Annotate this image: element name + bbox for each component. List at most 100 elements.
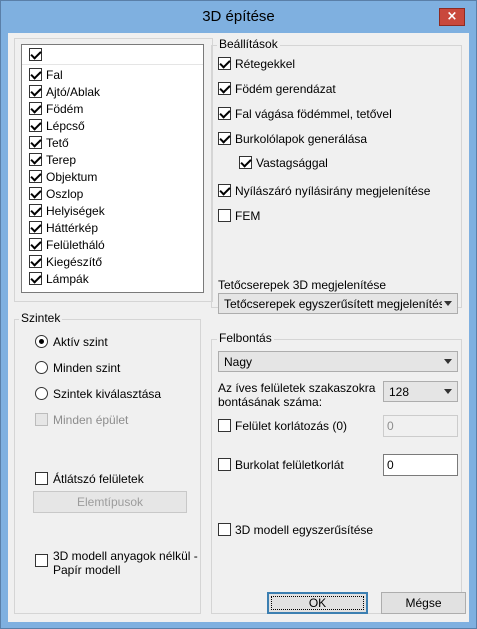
layer-list-header [22,45,203,65]
layer-label[interactable]: Lépcső [46,119,85,133]
chevron-down-icon [444,301,452,306]
all-buildings-checkbox[interactable] [35,413,48,426]
radio-active-level-label[interactable]: Aktív szint [53,335,108,349]
quality-value: Nagy [224,355,253,369]
tiles-checkbox[interactable] [218,132,231,145]
radio-select-levels-label[interactable]: Szintek kiválasztása [53,387,161,401]
list-item[interactable]: Oszlop [22,185,203,202]
resolution-group-title: Felbontás [217,331,274,345]
chevron-down-icon [444,359,452,364]
radio-all-levels[interactable] [35,361,48,374]
layer-list[interactable]: Fal Ajtó/Ablak Födém Lépcső Tető Terep Objektu… [21,44,204,293]
layer-checkbox[interactable] [29,68,42,81]
opening-direction-checkbox[interactable] [218,184,231,197]
cover-limit-input[interactable]: 0 [383,454,458,476]
list-item[interactable]: Helyiségek [22,202,203,219]
list-item[interactable]: Lépcső [22,117,203,134]
list-item[interactable]: Tető [22,134,203,151]
list-item[interactable]: Födém [22,100,203,117]
radio-all-levels-label[interactable]: Minden szint [53,361,120,375]
tiles-label[interactable]: Burkolólapok generálása [235,132,367,146]
quality-dropdown[interactable]: Nagy [218,351,458,372]
slab-beams-label[interactable]: Födém gerendázat [235,82,336,96]
layer-checkbox[interactable] [29,272,42,285]
element-types-button[interactable]: Elemtípusok [33,491,187,513]
focus-rect [271,596,364,610]
arc-segments-dropdown[interactable]: 128 [383,381,458,402]
layers-option-checkbox[interactable] [218,57,231,70]
list-item[interactable]: Lámpák [22,270,203,287]
dialog-window: 3D építése × Fal Ajtó/Ablak Födém Lépcső Tet… [0,0,477,629]
list-item[interactable]: Kiegészítő [22,253,203,270]
layer-label[interactable]: Helyiségek [46,204,105,218]
radio-active-level[interactable] [35,335,48,348]
all-buildings-label: Minden épület [53,413,129,427]
roof-tiles-label: Tetőcserepek 3D megjelenítése [218,278,387,292]
transparent-surfaces-label[interactable]: Átlátszó felületek [53,472,144,486]
layer-label[interactable]: Ajtó/Ablak [46,85,100,99]
layer-label[interactable]: Háttérkép [46,221,98,235]
surface-limit-label[interactable]: Felület korlátozás (0) [235,419,347,433]
fem-label[interactable]: FEM [235,209,260,223]
layer-checkbox[interactable] [29,153,42,166]
layer-label[interactable]: Oszlop [46,187,83,201]
slab-beams-checkbox[interactable] [218,82,231,95]
layer-checkbox[interactable] [29,85,42,98]
layer-label[interactable]: Terep [46,153,76,167]
simplify-model-label[interactable]: 3D modell egyszerűsítése [235,523,373,537]
cancel-button[interactable]: Mégse [381,592,466,614]
layer-label[interactable]: Fal [46,68,63,82]
layer-label[interactable]: Kiegészítő [46,255,102,269]
list-item[interactable]: Felületháló [22,236,203,253]
layer-checkbox[interactable] [29,238,42,251]
list-item[interactable]: Fal [22,66,203,83]
radio-select-levels[interactable] [35,387,48,400]
layer-checkbox[interactable] [29,102,42,115]
transparent-surfaces-checkbox[interactable] [35,472,48,485]
surface-limit-checkbox[interactable] [218,419,231,432]
fem-checkbox[interactable] [218,209,231,222]
thickness-checkbox[interactable] [239,156,252,169]
levels-group-title: Szintek [19,311,63,325]
layer-checkbox[interactable] [29,255,42,268]
surface-limit-input[interactable]: 0 [383,415,458,437]
cover-limit-value: 0 [387,458,394,472]
layer-checkbox[interactable] [29,204,42,217]
thickness-label[interactable]: Vastagsággal [256,156,328,170]
layer-label[interactable]: Objektum [46,170,97,184]
layer-checkbox[interactable] [29,187,42,200]
list-item[interactable]: Ajtó/Ablak [22,83,203,100]
roof-tiles-value: Tetőcserepek egyszerűsített megjelenítés… [224,297,442,311]
paper-model-checkbox[interactable] [35,554,48,567]
layer-label[interactable]: Felületháló [46,238,105,252]
layers-option-label[interactable]: Rétegekkel [235,57,295,71]
close-icon: × [446,9,458,24]
paper-model-label-line1[interactable]: 3D modell anyagok nélkül - [53,549,198,563]
arc-segments-label-line1: Az íves felületek szakaszokra [218,381,376,395]
list-item[interactable]: Háttérkép [22,219,203,236]
layer-label[interactable]: Lámpák [46,272,89,286]
opening-direction-label[interactable]: Nyílászáró nyílásirány megjelenítése [235,184,430,198]
list-item[interactable]: Terep [22,151,203,168]
dialog-client: Fal Ajtó/Ablak Födém Lépcső Tető Terep Objektu… [8,33,469,622]
layer-checkbox[interactable] [29,221,42,234]
layer-label[interactable]: Tető [46,136,69,150]
layer-label[interactable]: Födém [46,102,83,116]
wall-cut-label[interactable]: Fal vágása födémmel, tetővel [235,107,392,121]
close-button[interactable]: × [439,8,465,26]
roof-tiles-dropdown[interactable]: Tetőcserepek egyszerűsített megjelenítés… [218,293,458,314]
cover-limit-label[interactable]: Burkolat felületkorlát [235,458,344,472]
cover-limit-checkbox[interactable] [218,458,231,471]
simplify-model-checkbox[interactable] [218,523,231,536]
title-bar[interactable]: 3D építése × [1,1,476,33]
layer-checkbox[interactable] [29,119,42,132]
wall-cut-checkbox[interactable] [218,107,231,120]
list-item[interactable]: Objektum [22,168,203,185]
chevron-down-icon [444,389,452,394]
paper-model-label-line2[interactable]: Papír modell [53,563,120,577]
select-all-checkbox[interactable] [29,48,42,61]
arc-segments-label-line2: bontásának száma: [218,395,323,409]
layer-checkbox[interactable] [29,170,42,183]
layer-checkbox[interactable] [29,136,42,149]
ok-button[interactable]: OK [267,592,368,614]
